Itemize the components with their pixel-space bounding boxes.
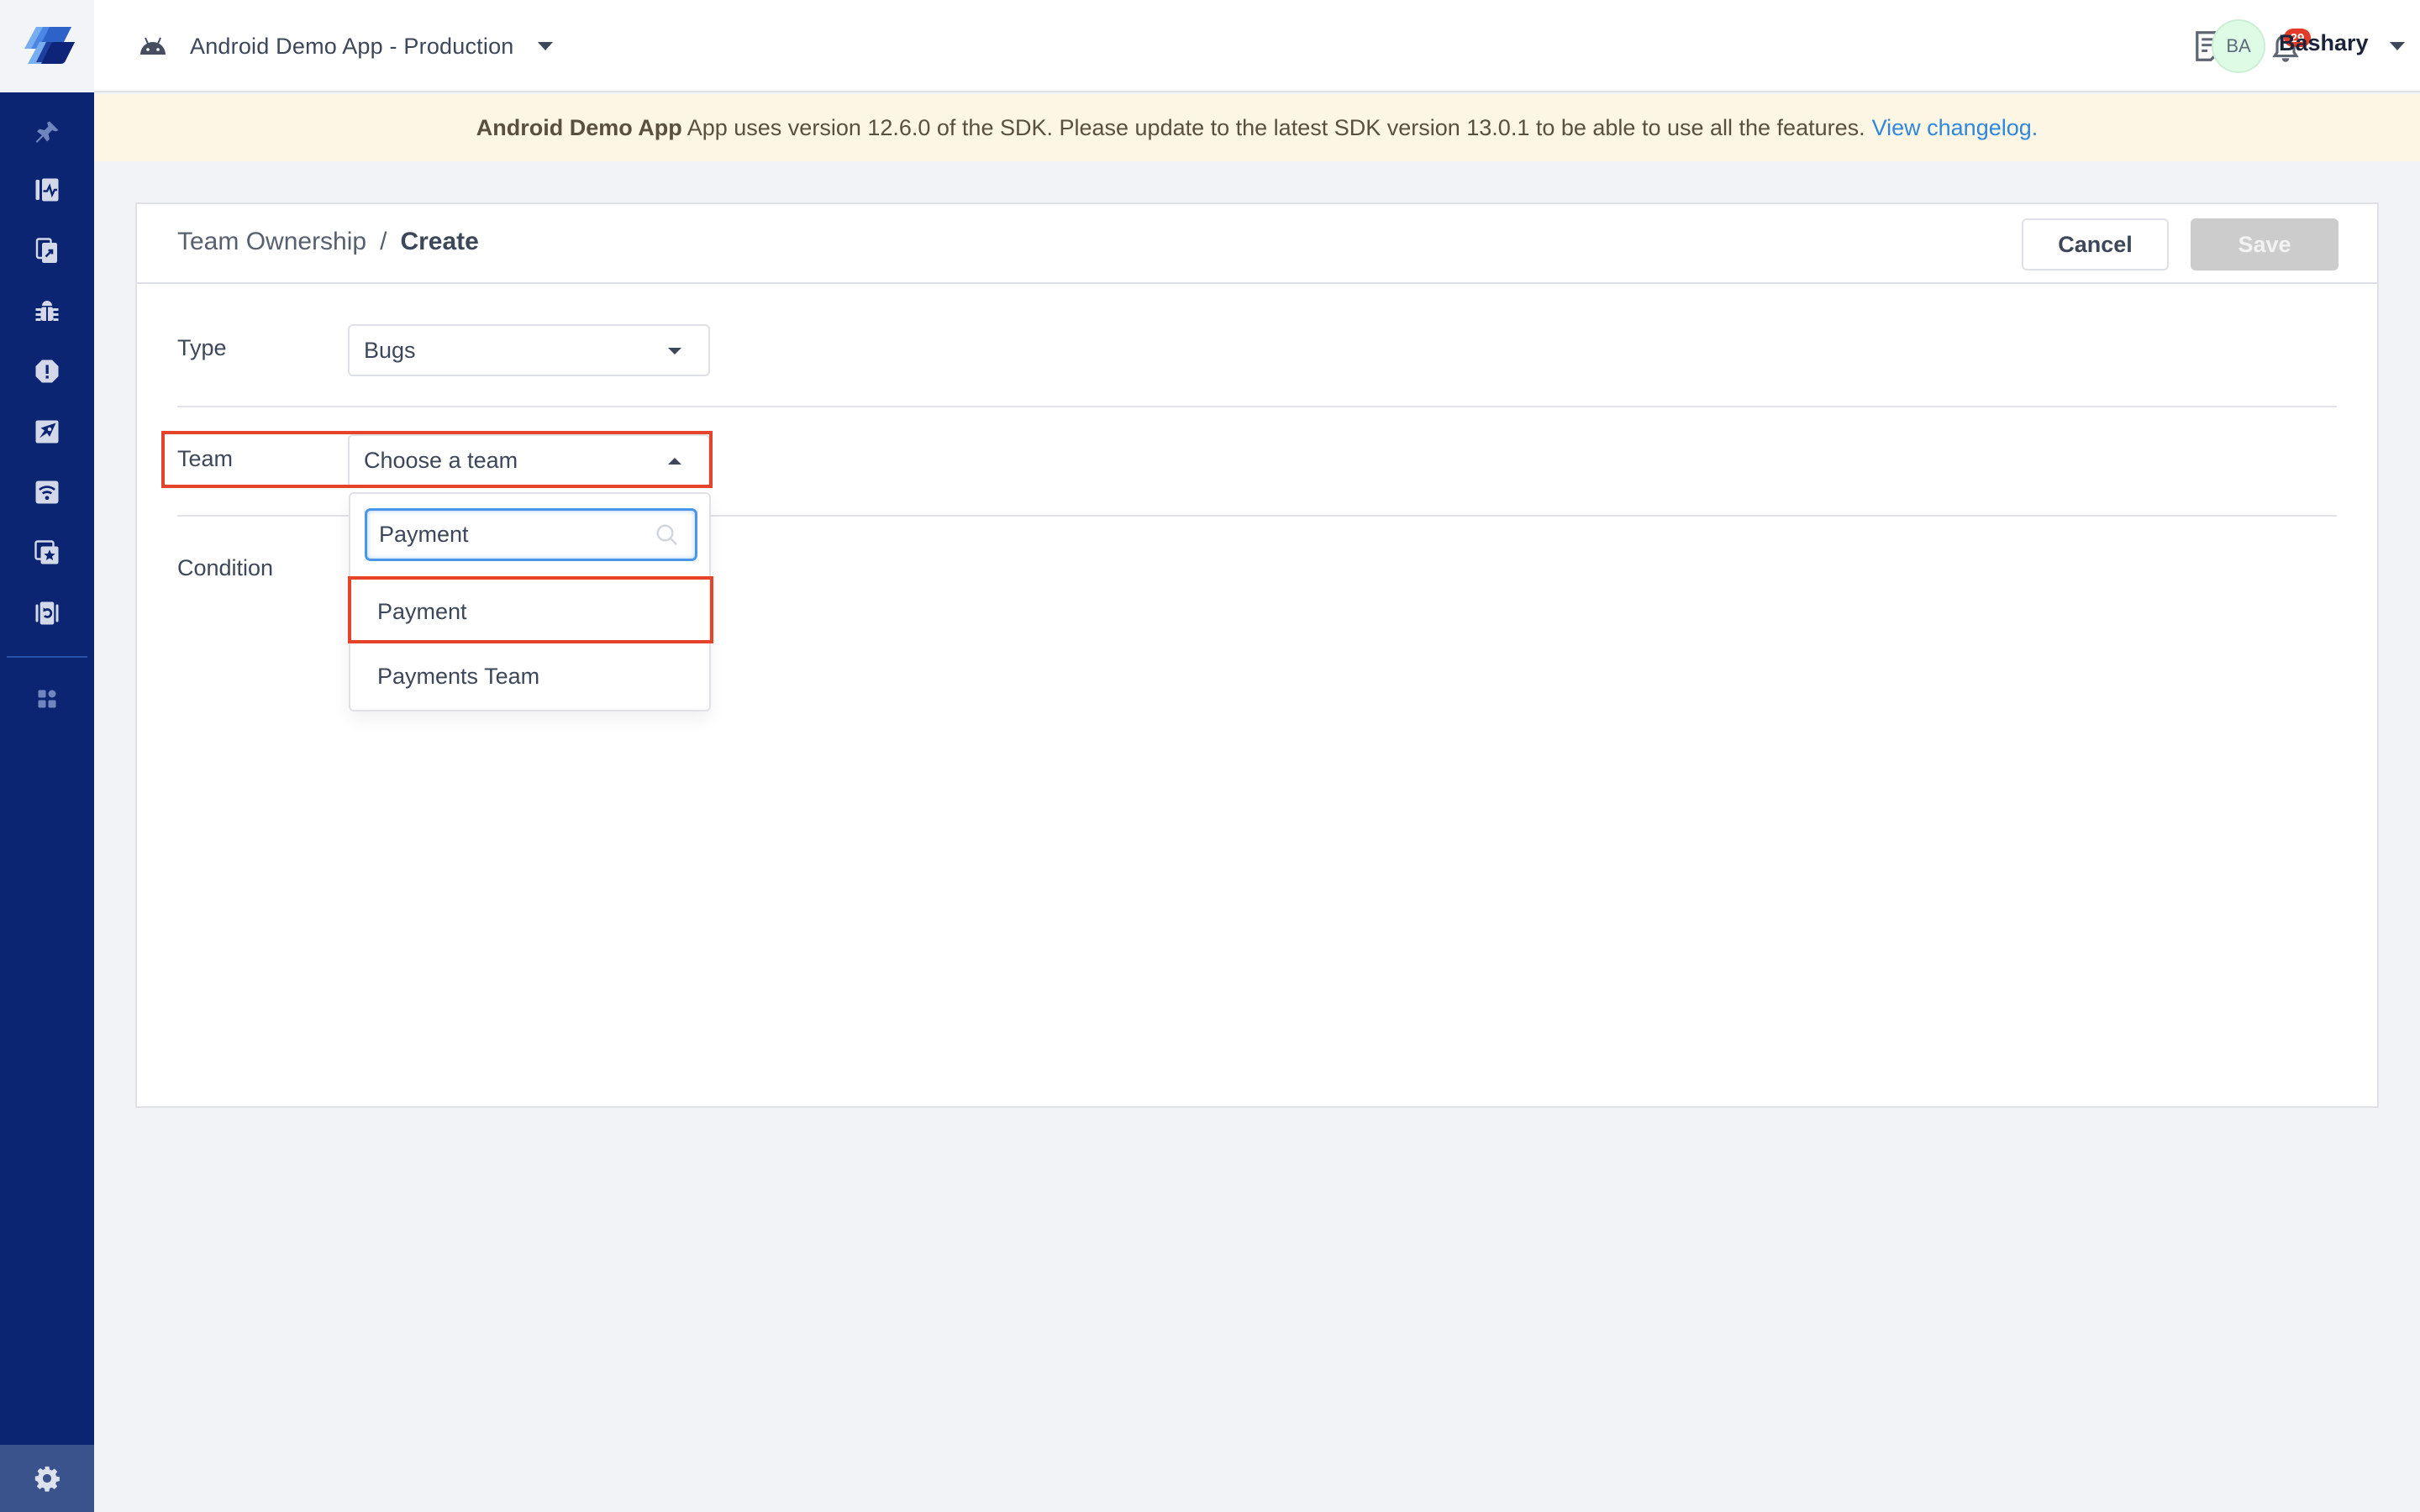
team-option-payment[interactable]: Payment — [350, 578, 709, 643]
team-search-input[interactable] — [379, 511, 648, 559]
team-search-field[interactable] — [365, 508, 697, 561]
app-insights-icon — [35, 238, 57, 263]
view-changelog-link[interactable]: View changelog. — [1872, 115, 2039, 140]
apps-grid-icon — [38, 690, 56, 708]
settings-button[interactable] — [0, 1445, 94, 1512]
sidebar-item-crashes[interactable] — [30, 354, 64, 388]
star-icon — [34, 540, 59, 564]
sidebar-item-releases[interactable] — [30, 415, 64, 449]
sidebar-item-app-insights[interactable] — [30, 234, 64, 267]
app-name: Android Demo App - Production — [190, 33, 514, 59]
sidebar-item-network[interactable] — [30, 475, 64, 509]
chevron-down-icon — [668, 348, 681, 354]
type-select[interactable]: Bugs — [348, 324, 710, 376]
user-menu-chevron-icon[interactable] — [2390, 42, 2405, 50]
app-selector[interactable]: Android Demo App - Production — [138, 25, 553, 67]
team-option-payments-team[interactable]: Payments Team — [350, 643, 709, 709]
rocket-icon — [35, 420, 59, 444]
android-icon — [140, 37, 166, 55]
type-select-value: Bugs — [364, 337, 416, 363]
sidebar-item-pin[interactable] — [30, 116, 64, 150]
team-select[interactable]: Choose a team — [348, 434, 710, 486]
breadcrumb-create: Create — [400, 228, 479, 255]
top-bar: Android Demo App - Production 29 BA Bash… — [94, 0, 2420, 92]
cancel-button[interactable]: Cancel — [2022, 218, 2169, 270]
sdk-update-banner: Android Demo App App uses version 12.6.0… — [94, 94, 2420, 161]
breadcrumb: Team Ownership / Create — [177, 228, 479, 256]
row-divider — [177, 406, 2337, 407]
instabug-logo-icon — [24, 27, 75, 64]
app-performance-icon — [35, 178, 59, 202]
sidebar-item-ratings[interactable] — [30, 536, 64, 570]
sidebar-item-replays[interactable] — [30, 596, 64, 630]
logo[interactable] — [0, 0, 94, 92]
type-label: Type — [177, 335, 227, 360]
sidebar-item-bugs[interactable] — [30, 294, 64, 328]
gear-icon — [34, 1466, 60, 1492]
user-name[interactable]: Bashary — [2279, 30, 2369, 56]
card-header: Team Ownership / Create Cancel Save — [137, 204, 2377, 284]
sidebar — [0, 0, 94, 1512]
team-dropdown: Payment Payments Team — [348, 492, 713, 711]
pin-icon — [35, 121, 59, 143]
avatar[interactable]: BA — [2212, 19, 2265, 73]
condition-label: Condition — [177, 555, 274, 580]
breadcrumb-separator: / — [380, 228, 387, 255]
banner-message: App uses version 12.6.0 of the SDK. Plea… — [681, 114, 1865, 140]
team-label: Team — [177, 446, 234, 471]
sidebar-item-apps[interactable] — [30, 682, 64, 716]
wifi-icon — [35, 480, 59, 504]
save-button[interactable]: Save — [2191, 218, 2338, 270]
search-icon — [656, 524, 678, 546]
sidebar-item-app-performance[interactable] — [30, 173, 64, 207]
chevron-down-icon — [537, 42, 553, 50]
team-ownership-card: Team Ownership / Create Cancel Save Type… — [135, 202, 2379, 1108]
chevron-up-icon — [668, 458, 681, 465]
banner-app-name: Android Demo App — [476, 114, 682, 140]
bug-icon — [35, 301, 59, 321]
crash-icon — [35, 360, 59, 383]
sidebar-divider — [7, 656, 87, 658]
team-select-placeholder: Choose a team — [364, 447, 518, 473]
breadcrumb-team-ownership[interactable]: Team Ownership — [177, 228, 366, 256]
replay-icon — [35, 601, 59, 625]
